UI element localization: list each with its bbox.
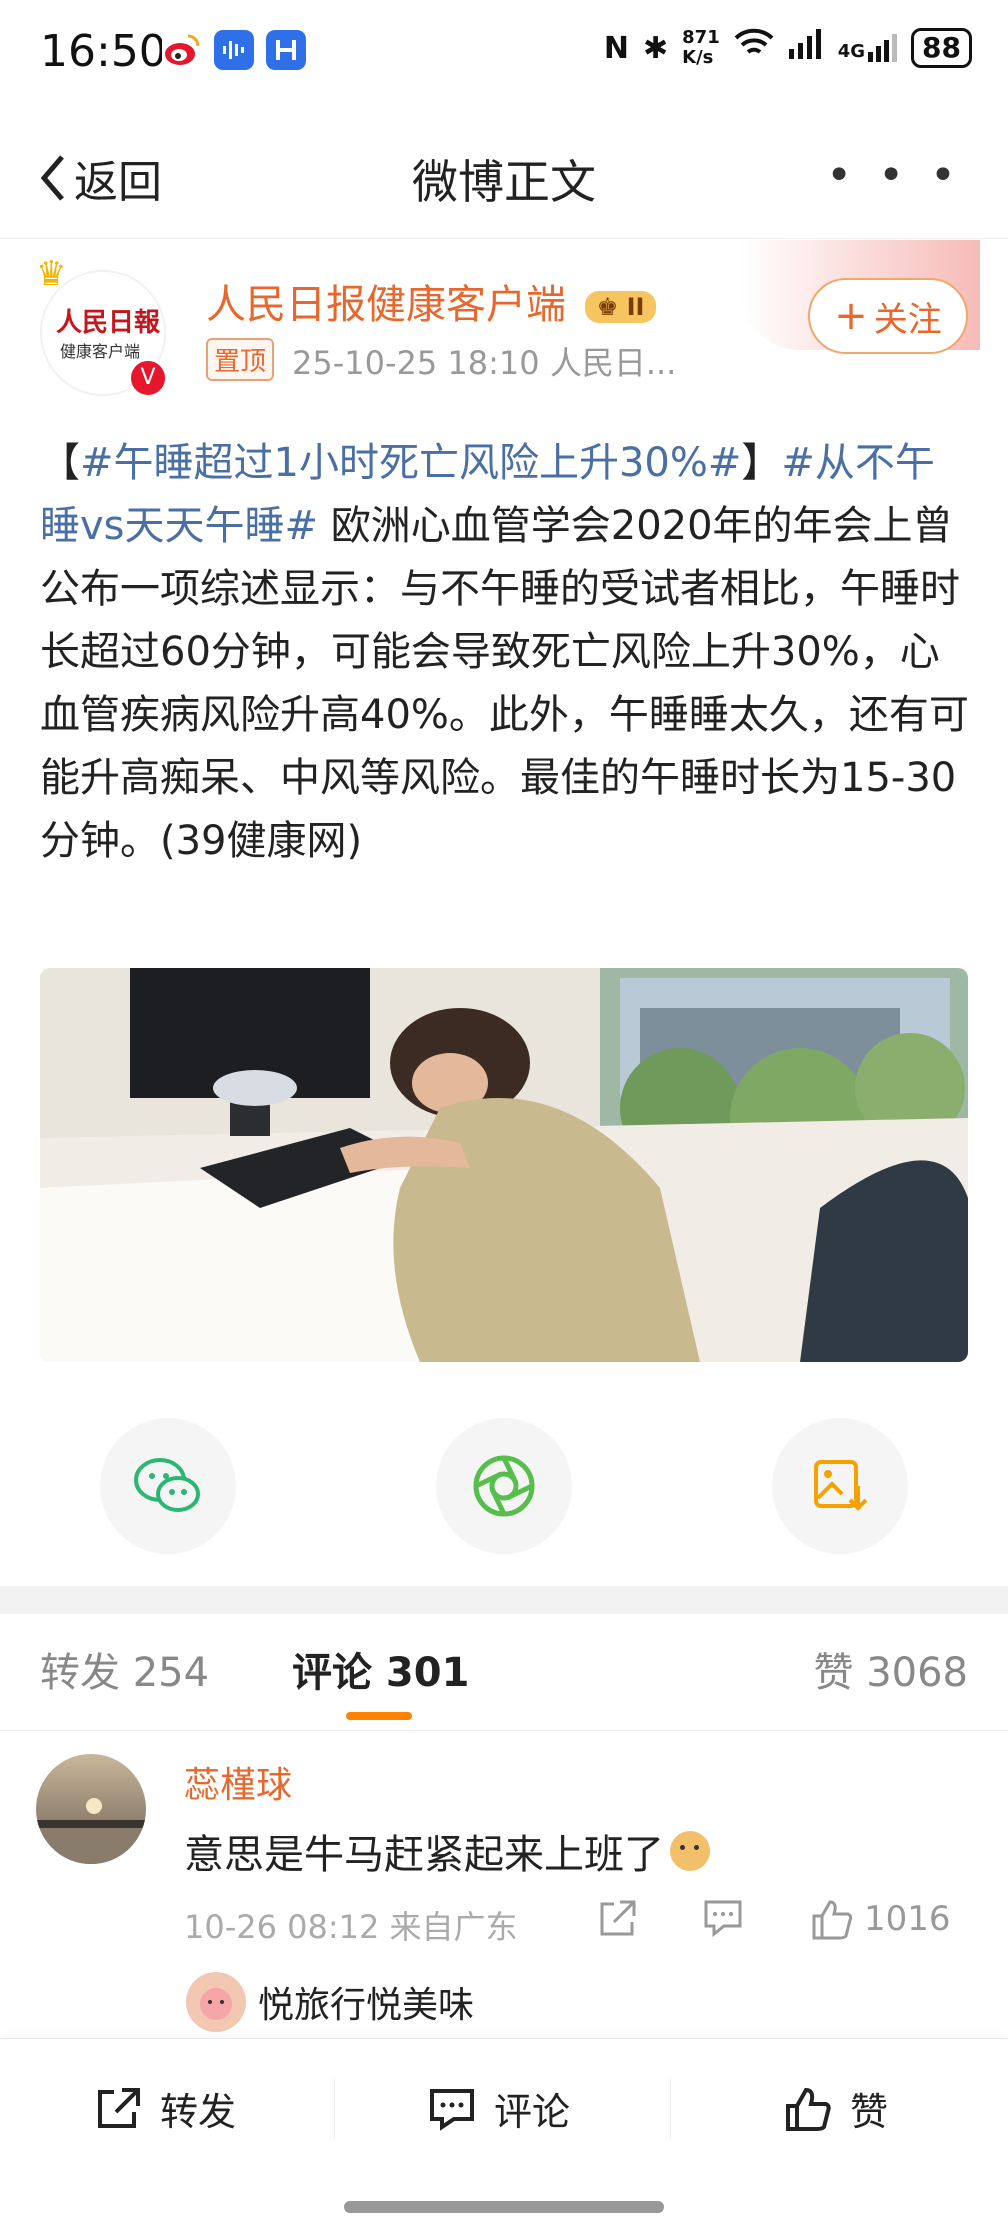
signal-4g-icon: 4G <box>838 34 898 62</box>
comment-icon <box>430 2088 474 2131</box>
reply-avatar[interactable] <box>186 1972 246 2032</box>
comment-text: 意思是牛马赶紧起来上班了 <box>184 1822 710 1880</box>
repost-icon <box>98 2087 140 2128</box>
section-divider <box>0 1586 1008 1614</box>
post-meta: 25-10-25 18:10 人民日... <box>292 344 677 382</box>
comment-like-count: 1016 <box>864 1899 951 1939</box>
comment-reply-button[interactable] <box>702 1898 744 1938</box>
weibo-app-icon <box>162 30 202 70</box>
share-moments-button[interactable] <box>436 1418 572 1554</box>
post-image[interactable] <box>40 968 968 1362</box>
reply-username[interactable]: 悦旅行悦美味 <box>258 1976 474 2028</box>
nfc-icon: N <box>603 30 629 66</box>
battery-icon: 88 <box>911 28 972 68</box>
comment-like-button[interactable]: 1016 <box>810 1898 951 1940</box>
tabs-divider <box>0 1730 1008 1731</box>
bottom-divider <box>334 2079 335 2139</box>
thumbs-up-icon <box>812 1900 853 1940</box>
comment-label: 评论 <box>494 2090 571 2134</box>
photo-illustration <box>40 968 968 1362</box>
bottom-action-bar: 转发 评论 赞 <box>0 2038 1008 2233</box>
follow-label: 关注 <box>873 299 942 340</box>
signal-icon <box>788 29 824 67</box>
status-time: 16:50 <box>40 26 167 77</box>
comment-icon <box>704 1900 742 1938</box>
comment-share-button[interactable] <box>596 1898 638 1938</box>
bracket-app-icon <box>266 30 306 70</box>
tab-like[interactable]: 赞 3068 <box>813 1640 968 1698</box>
save-image-icon <box>814 1460 868 1511</box>
voice-app-icon <box>214 30 254 70</box>
share-wechat-button[interactable] <box>100 1418 236 1554</box>
nav-bar: 返回 微博正文 • • • <box>0 110 1008 239</box>
more-icon[interactable]: • • • <box>826 150 962 201</box>
repost-label: 转发 <box>160 2090 237 2134</box>
comment-button[interactable]: 评论 <box>428 2081 570 2136</box>
post-body: 【#午睡超过1小时死亡风险上升30%#】#从不午睡vs天天午睡# 欧洲心血管学会… <box>40 440 969 864</box>
repost-button[interactable]: 转发 <box>94 2081 236 2136</box>
comment-avatar[interactable] <box>36 1754 146 1864</box>
tab-underline <box>346 1712 412 1720</box>
doge-emoji-icon <box>670 1831 710 1871</box>
author-avatar[interactable]: 人民日報 健康客户端 V ♛ <box>36 254 168 398</box>
share-icon <box>600 1900 636 1936</box>
author-logo-subtext: 健康客户端 <box>60 342 141 361</box>
wifi-icon <box>734 28 774 68</box>
tab-repost[interactable]: 转发 254 <box>40 1640 209 1698</box>
pinned-badge: 置顶 <box>206 338 275 381</box>
like-label: 赞 <box>850 2090 889 2134</box>
comment-username[interactable]: 蕊槿球 <box>184 1756 292 1808</box>
hashtag-link[interactable]: #午睡超过1小时死亡风险上升30%# <box>80 440 741 486</box>
author-logo-text: 人民日報 <box>56 308 161 338</box>
plus-icon: + <box>834 293 868 339</box>
post-text: 欧洲心血管学会2020年的年会上曾公布一项综述显示：与不午睡的受试者相比，午睡时… <box>40 503 969 864</box>
save-image-button[interactable] <box>772 1418 908 1554</box>
net-speed: 871 K/s <box>682 27 720 68</box>
moments-icon <box>473 1455 535 1517</box>
bottom-divider <box>670 2079 671 2139</box>
verified-badge-icon: V <box>128 358 168 398</box>
like-button[interactable]: 赞 <box>784 2081 888 2136</box>
comment-meta: 10-26 08:12 来自广东 <box>184 1908 518 1946</box>
level-badge-icon: ♚ II <box>584 291 657 323</box>
follow-button[interactable]: + 关注 <box>808 278 968 354</box>
thumbs-up-icon <box>786 2087 831 2131</box>
status-bar: 16:50 N ✱ 871 K/s 4G 88 <box>0 0 1008 110</box>
home-indicator[interactable] <box>344 2201 664 2213</box>
crown-icon: ♛ <box>36 254 67 294</box>
tab-comment[interactable]: 评论 301 <box>292 1640 469 1698</box>
wechat-icon <box>134 1458 200 1512</box>
bluetooth-icon: ✱ <box>643 30 669 66</box>
author-name[interactable]: 人民日报健康客户端 ♚ II <box>206 272 657 330</box>
